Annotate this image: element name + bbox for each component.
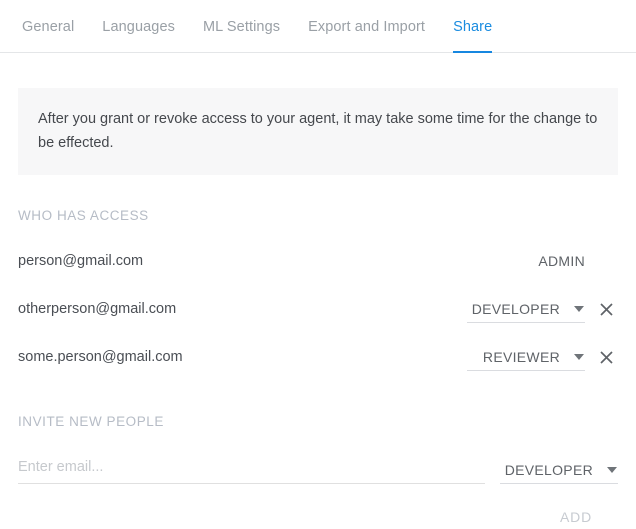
role-dropdown-some-person[interactable]: REVIEWER bbox=[467, 344, 585, 371]
access-list: person@gmail.com ADMIN otherperson@gmail… bbox=[18, 237, 618, 381]
access-email: person@gmail.com bbox=[18, 253, 144, 269]
table-row: otherperson@gmail.com DEVELOPER bbox=[18, 285, 618, 333]
chevron-down-icon bbox=[574, 353, 584, 360]
add-button[interactable]: ADD bbox=[552, 505, 600, 529]
tab-export-and-import-label: Export and Import bbox=[308, 19, 426, 35]
tab-export-and-import[interactable]: Export and Import bbox=[294, 0, 439, 36]
role-dropdown-value: DEVELOPER bbox=[471, 300, 560, 317]
active-tab-indicator bbox=[453, 50, 493, 53]
remove-access-button-some-person[interactable] bbox=[585, 350, 618, 364]
tab-languages-label: Languages bbox=[102, 19, 175, 35]
settings-tab-bar: General Languages ML Settings Export and… bbox=[0, 0, 636, 53]
tab-ml-settings-label: ML Settings bbox=[202, 19, 281, 35]
access-email: some.person@gmail.com bbox=[18, 349, 183, 365]
invite-new-people-heading: INVITE NEW PEOPLE bbox=[18, 414, 164, 429]
tab-ml-settings[interactable]: ML Settings bbox=[189, 0, 294, 36]
tab-general-label: General bbox=[22, 19, 75, 35]
info-banner-text: After you grant or revoke access to your… bbox=[38, 111, 598, 151]
add-button-row: ADD bbox=[18, 505, 618, 529]
close-icon bbox=[600, 350, 613, 364]
close-icon bbox=[600, 302, 613, 316]
remove-access-button-otherperson[interactable] bbox=[585, 302, 618, 316]
role-dropdown-otherperson[interactable]: DEVELOPER bbox=[467, 296, 585, 323]
tab-languages[interactable]: Languages bbox=[88, 0, 189, 36]
access-email: otherperson@gmail.com bbox=[18, 301, 177, 317]
table-row: some.person@gmail.com REVIEWER bbox=[18, 333, 618, 381]
info-banner: After you grant or revoke access to your… bbox=[18, 88, 618, 175]
invite-role-value: DEVELOPER bbox=[504, 462, 593, 478]
chevron-down-icon bbox=[574, 305, 584, 312]
role-dropdown-value: REVIEWER bbox=[482, 348, 560, 365]
tab-general[interactable]: General bbox=[8, 0, 88, 36]
who-has-access-heading: WHO HAS ACCESS bbox=[18, 208, 149, 223]
tab-share[interactable]: Share bbox=[439, 0, 506, 53]
table-row: person@gmail.com ADMIN bbox=[18, 237, 618, 285]
invite-role-dropdown[interactable]: DEVELOPER bbox=[500, 457, 618, 484]
access-role-readonly: ADMIN bbox=[538, 253, 585, 269]
tab-share-label: Share bbox=[453, 19, 493, 35]
chevron-down-icon bbox=[607, 467, 617, 473]
share-panel: After you grant or revoke access to your… bbox=[0, 88, 636, 529]
invite-email-input[interactable] bbox=[18, 457, 485, 484]
invite-row: DEVELOPER bbox=[18, 454, 618, 484]
